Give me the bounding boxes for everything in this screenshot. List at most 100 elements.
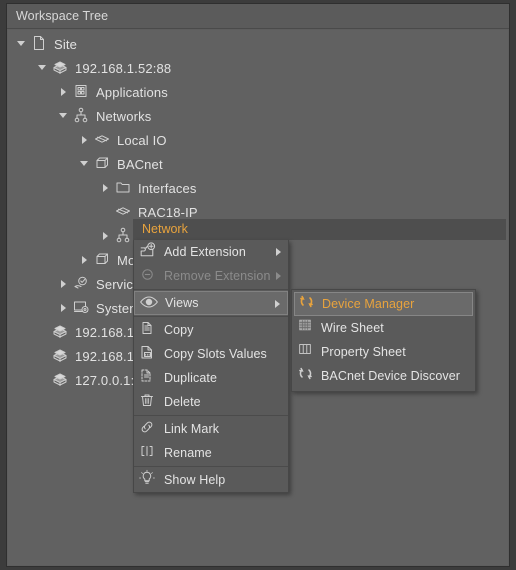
networks-icon: [72, 106, 92, 126]
submenu-arrow-icon: [276, 272, 281, 280]
submenu-arrow-icon: [275, 300, 280, 308]
chevron-right-icon[interactable]: [56, 80, 72, 104]
tree-item-label: Local IO: [117, 132, 167, 148]
submenu-item-label: Device Manager: [322, 297, 415, 311]
eye-icon: [139, 292, 165, 314]
file-icon: [30, 34, 50, 54]
menu-item-label: Views: [165, 296, 199, 310]
station-icon: [51, 58, 71, 78]
menu-item-label: Duplicate: [164, 371, 218, 385]
chevron-down-icon[interactable]: [14, 32, 30, 56]
rename-icon: [138, 442, 164, 464]
menu-item-label: Rename: [164, 446, 212, 460]
tree-row[interactable]: Applications: [8, 80, 508, 104]
chevron-right-icon[interactable]: [77, 128, 93, 152]
menu-item-copy-slots-values[interactable]: Copy Slots Values: [134, 342, 288, 366]
menu-item-link-mark[interactable]: Link Mark: [134, 417, 288, 441]
chevron-down-icon[interactable]: [35, 56, 51, 80]
chevron-down-icon[interactable]: [77, 152, 93, 176]
chevron-right-icon[interactable]: [56, 272, 72, 296]
twisty-spacer: [35, 368, 51, 392]
chevron-right-icon[interactable]: [98, 176, 114, 200]
link-icon: [138, 418, 164, 440]
tree-row[interactable]: Networks: [8, 104, 508, 128]
context-menu-title: Network: [142, 222, 188, 236]
tree-item-label: 127.0.0.1:1: [75, 372, 142, 388]
tree-row[interactable]: Interfaces: [8, 176, 508, 200]
menu-separator: [134, 316, 288, 317]
menu-item-remove-extension: Remove Extension: [134, 264, 288, 288]
menu-item-copy[interactable]: Copy: [134, 318, 288, 342]
menu-separator: [134, 289, 288, 290]
tree-item-label: BACnet: [117, 156, 163, 172]
menu-item-label: Link Mark: [164, 422, 220, 436]
tree-item-label: Site: [54, 36, 78, 52]
chevron-right-icon[interactable]: [98, 224, 114, 248]
submenu-item-label: BACnet Device Discover: [321, 369, 461, 383]
menu-separator: [134, 415, 288, 416]
station-icon: [51, 370, 71, 390]
bacnet-icon: [93, 154, 113, 174]
menu-item-duplicate[interactable]: Duplicate: [134, 366, 288, 390]
system-icon: [72, 298, 92, 318]
submenu-item-bacnet-device-discover[interactable]: BACnet Device Discover: [294, 364, 473, 388]
menu-item-label: Remove Extension: [164, 269, 271, 283]
networks-icon: [114, 226, 134, 246]
remove-extension-icon: [138, 265, 164, 287]
network-box-icon: [114, 202, 134, 222]
context-menu-header: Network: [133, 219, 506, 240]
chevron-right-icon[interactable]: [77, 248, 93, 272]
submenu-item-property-sheet[interactable]: Property Sheet: [294, 340, 473, 364]
menu-item-show-help[interactable]: Show Help: [134, 468, 288, 492]
trash-icon: [138, 391, 164, 413]
menu-item-label: Delete: [164, 395, 201, 409]
folder-icon: [114, 178, 134, 198]
copy-slots-values-icon: [138, 343, 164, 365]
menu-item-label: Add Extension: [164, 245, 246, 259]
menu-item-rename[interactable]: Rename: [134, 441, 288, 465]
twisty-spacer: [35, 344, 51, 368]
duplicate-icon: [138, 367, 164, 389]
tree-item-label: 192.168.1.52:88: [75, 60, 172, 76]
chevron-right-icon[interactable]: [56, 296, 72, 320]
property-sheet-icon: [297, 341, 321, 363]
twisty-spacer: [35, 320, 51, 344]
station-icon: [51, 322, 71, 342]
views-submenu[interactable]: Device Manager Wire Sheet Property Sheet BA…: [291, 289, 476, 392]
tree-row[interactable]: 192.168.1.52:88: [8, 56, 508, 80]
menu-item-label: Copy: [164, 323, 194, 337]
tree-row[interactable]: Site: [8, 32, 508, 56]
submenu-item-label: Property Sheet: [321, 345, 406, 359]
tree-item-label: Networks: [96, 108, 152, 124]
applications-icon: [72, 82, 92, 102]
menu-item-delete[interactable]: Delete: [134, 390, 288, 414]
tree-row[interactable]: BACnet: [8, 152, 508, 176]
device-manager-icon: [298, 293, 322, 315]
tree-item-label: Applications: [96, 84, 168, 100]
submenu-item-label: Wire Sheet: [321, 321, 384, 335]
bacnet-icon: [93, 250, 113, 270]
workspace-tree-window: Workspace Tree Site 192.168.1.52:88 Applic…: [0, 0, 516, 570]
station-icon: [51, 346, 71, 366]
lightbulb-icon: [138, 469, 164, 491]
tree-item-label: Interfaces: [138, 180, 197, 196]
tree-item-label: 192.168.1.: [75, 348, 138, 364]
submenu-item-wire-sheet[interactable]: Wire Sheet: [294, 316, 473, 340]
menu-item-label: Copy Slots Values: [164, 347, 267, 361]
context-menu[interactable]: Add Extension Remove Extension Views Copy Co…: [133, 240, 289, 493]
tree-item-label: 192.168.1.: [75, 324, 138, 340]
menu-separator: [134, 466, 288, 467]
menu-item-views[interactable]: Views: [134, 291, 288, 315]
wire-sheet-icon: [297, 317, 321, 339]
menu-item-label: Show Help: [164, 473, 226, 487]
copy-icon: [138, 319, 164, 341]
network-box-icon: [93, 130, 113, 150]
tree-item-label: RAC18-IP: [138, 204, 198, 220]
tree-row[interactable]: Local IO: [8, 128, 508, 152]
panel-title-bar: Workspace Tree: [7, 4, 509, 29]
add-extension-icon: [138, 241, 164, 263]
chevron-down-icon[interactable]: [56, 104, 72, 128]
services-icon: [72, 274, 92, 294]
submenu-item-device-manager[interactable]: Device Manager: [294, 292, 473, 316]
menu-item-add-extension[interactable]: Add Extension: [134, 240, 288, 264]
